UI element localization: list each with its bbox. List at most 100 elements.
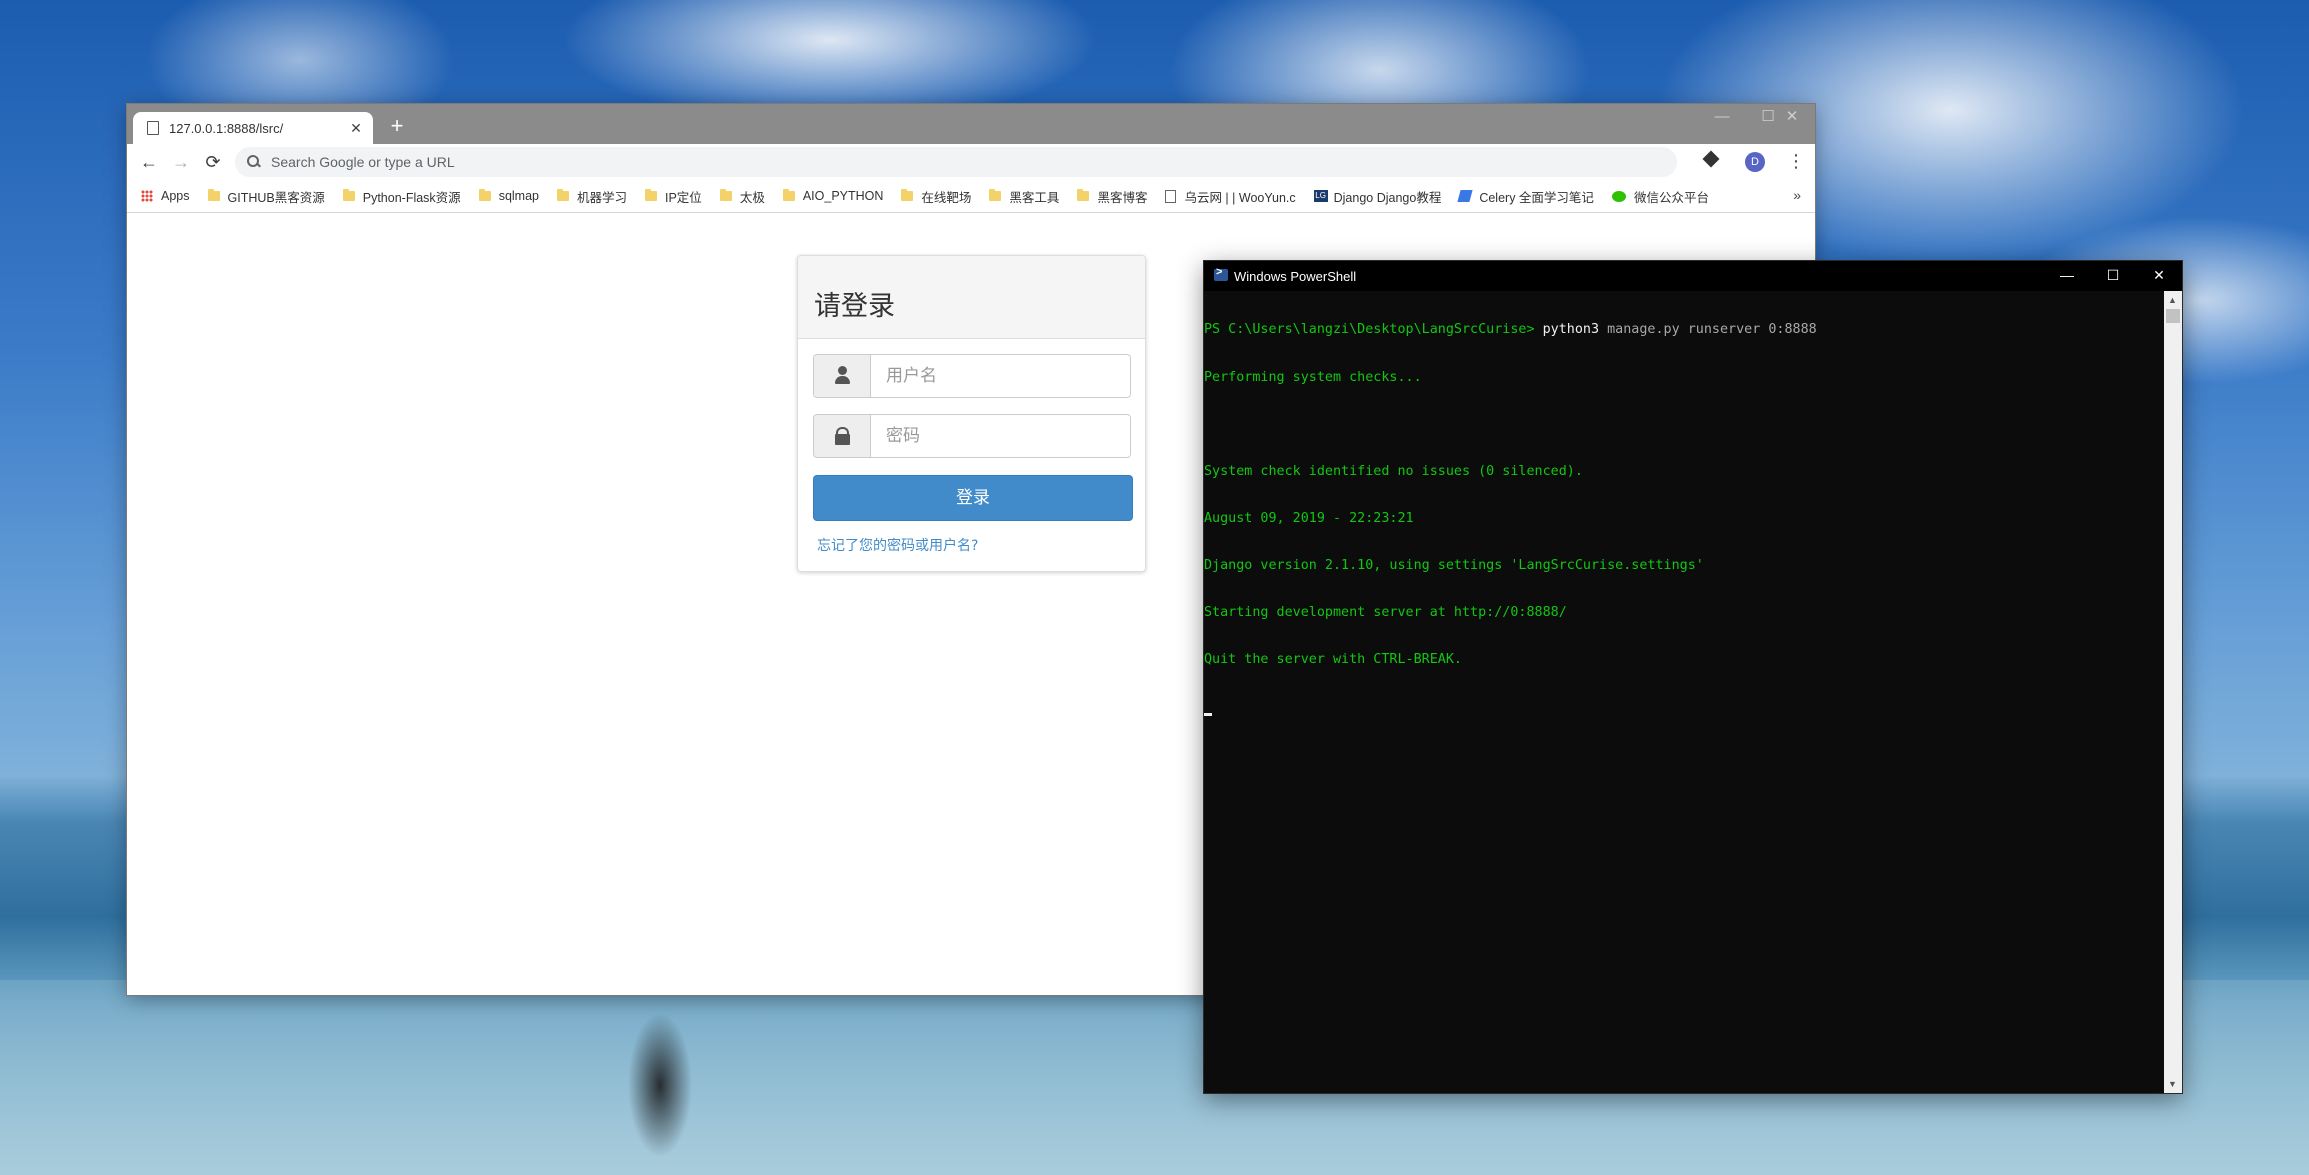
forgot-password-link[interactable]: 忘记了您的密码或用户名?	[817, 535, 978, 555]
bookmark-label: 微信公众平台	[1633, 190, 1709, 205]
bookmark-label: 乌云网 | | WooYun.c	[1184, 190, 1296, 205]
terminal-command: python3	[1542, 322, 1600, 338]
bookmark-label: 在线靶场	[921, 190, 972, 205]
terminal-line: System check identified no issues (0 sil…	[1204, 463, 1583, 479]
bookmark-label: Python-Flask资源	[362, 190, 461, 205]
bookmark-folder[interactable]: 黑客工具	[989, 187, 1059, 206]
ps-maximize-button[interactable]: ☐	[2090, 261, 2136, 291]
username-group	[813, 354, 1131, 398]
bookmark-folder[interactable]: GITHUB黑客资源	[207, 187, 325, 206]
bookmark-folder[interactable]: 太极	[719, 187, 765, 206]
login-panel-heading: 请登录	[798, 256, 1145, 339]
folder-icon	[478, 189, 491, 201]
tab-close-icon[interactable]: ✕	[347, 120, 365, 137]
bookmark-folder[interactable]: 机器学习	[556, 187, 627, 206]
bookmark-page[interactable]: Celery 全面学习笔记	[1457, 187, 1594, 206]
terminal-output[interactable]: PS C:\Users\langzi\Desktop\LangSrcCurise…	[1204, 291, 2164, 1093]
folder-icon	[719, 189, 732, 201]
bookmark-label: IP定位	[665, 190, 702, 205]
lock-icon	[814, 415, 871, 457]
bookmark-label: AIO_PYTHON	[802, 189, 884, 203]
terminal-line: Quit the server with CTRL-BREAK.	[1204, 652, 1462, 668]
login-panel: 请登录 登录 忘记了您的密码或用户名?	[797, 255, 1146, 572]
username-input[interactable]	[871, 355, 1130, 397]
bookmark-folder[interactable]: IP定位	[645, 187, 702, 206]
address-input[interactable]	[269, 153, 1573, 171]
bookmark-folder[interactable]: sqlmap	[478, 189, 539, 203]
terminal-arguments: manage.py runserver 0:8888	[1599, 322, 1817, 338]
bookmark-apps[interactable]: Apps	[141, 189, 190, 203]
terminal-prompt: PS C:\Users\langzi\Desktop\LangSrcCurise…	[1204, 322, 1543, 338]
bookmarks-bar: Apps GITHUB黑客资源 Python-Flask资源 sqlmap 机器…	[127, 180, 1815, 213]
bookmark-label: 黑客工具	[1009, 190, 1060, 205]
folder-icon	[782, 189, 795, 201]
forward-arrow-icon[interactable]: →	[169, 150, 193, 174]
powershell-title: Windows PowerShell	[1234, 269, 1357, 284]
browser-toolbar: ← → ⟳ D ⋮	[127, 144, 1815, 180]
terminal-scrollbar[interactable]: ▲ ▼	[2164, 291, 2182, 1093]
bookmark-label: 黑客博客	[1097, 190, 1148, 205]
terminal-cursor-line	[1204, 699, 2164, 717]
chrome-titlebar[interactable]: 127.0.0.1:8888/lsrc/ ✕ + — ☐ ✕	[127, 104, 1815, 144]
login-button[interactable]: 登录	[813, 475, 1133, 521]
bookmark-label: Django Django教程	[1333, 190, 1442, 205]
ps-close-button[interactable]: ✕	[2136, 261, 2182, 291]
bookmark-label: 太极	[739, 190, 765, 205]
bookmark-page[interactable]: LG Django Django教程	[1313, 187, 1442, 206]
terminal-line: August 09, 2019 - 22:23:21	[1204, 510, 1414, 526]
chrome-menu-icon[interactable]: ⋮	[1787, 150, 1805, 174]
bookmark-folder[interactable]: AIO_PYTHON	[782, 189, 884, 203]
terminal-command-line: PS C:\Users\langzi\Desktop\LangSrcCurise…	[1204, 322, 2164, 338]
wallpaper-silhouette	[600, 995, 720, 1175]
minimize-button[interactable]: —	[1699, 104, 1745, 132]
address-bar[interactable]	[235, 147, 1677, 177]
powershell-window: Windows PowerShell — ☐ ✕ PS C:\Users\lan…	[1204, 261, 2182, 1093]
bookmark-page[interactable]: 微信公众平台	[1611, 187, 1709, 206]
page-icon	[147, 121, 159, 135]
ps-minimize-button[interactable]: —	[2044, 261, 2090, 291]
bookmark-folder[interactable]: 在线靶场	[901, 187, 971, 206]
bookmark-label: Celery 全面学习笔记	[1479, 190, 1594, 205]
password-group	[813, 414, 1131, 458]
reload-icon[interactable]: ⟳	[201, 150, 225, 174]
bookmark-label: GITHUB黑客资源	[227, 190, 325, 205]
login-title: 请登录	[814, 291, 895, 322]
new-tab-button[interactable]: +	[385, 115, 409, 139]
powershell-titlebar[interactable]: Windows PowerShell — ☐ ✕	[1204, 261, 2182, 291]
tab-title: 127.0.0.1:8888/lsrc/	[169, 120, 284, 136]
text-cursor	[1204, 713, 1212, 717]
close-button[interactable]: ✕	[1769, 104, 1815, 132]
terminal-line: Performing system checks...	[1204, 369, 1422, 385]
bookmarks-overflow-icon[interactable]: »	[1793, 187, 1801, 203]
extension-icon[interactable]	[1702, 150, 1720, 168]
scroll-down-icon[interactable]: ▼	[2168, 1079, 2177, 1089]
browser-tab[interactable]: 127.0.0.1:8888/lsrc/ ✕	[133, 112, 373, 144]
folder-icon	[989, 189, 1002, 201]
bookmark-label: Apps	[161, 189, 190, 203]
lg-icon: LG	[1313, 190, 1328, 202]
celery-icon	[1457, 190, 1473, 202]
search-icon	[247, 155, 261, 169]
folder-icon	[1077, 189, 1090, 201]
bookmark-folder[interactable]: 黑客博客	[1077, 187, 1147, 206]
password-input[interactable]	[871, 415, 1130, 457]
terminal-line: Django version 2.1.10, using settings 'L…	[1204, 557, 1704, 573]
powershell-icon	[1214, 266, 1228, 281]
user-icon	[814, 355, 871, 397]
bookmark-label: 机器学习	[576, 190, 627, 205]
scroll-up-icon[interactable]: ▲	[2168, 295, 2177, 305]
bookmark-page[interactable]: 乌云网 | | WooYun.c	[1165, 187, 1296, 206]
bookmark-label: sqlmap	[498, 189, 539, 203]
document-icon	[1165, 189, 1177, 203]
folder-icon	[207, 189, 220, 201]
wechat-icon	[1611, 190, 1626, 202]
folder-icon	[556, 189, 569, 201]
profile-avatar[interactable]: D	[1745, 152, 1765, 172]
folder-icon	[645, 189, 657, 201]
apps-grid-icon	[141, 190, 153, 202]
bookmark-folder[interactable]: Python-Flask资源	[342, 187, 461, 206]
scroll-thumb[interactable]	[2166, 309, 2180, 323]
folder-icon	[901, 189, 914, 201]
back-arrow-icon[interactable]: ←	[137, 150, 161, 174]
